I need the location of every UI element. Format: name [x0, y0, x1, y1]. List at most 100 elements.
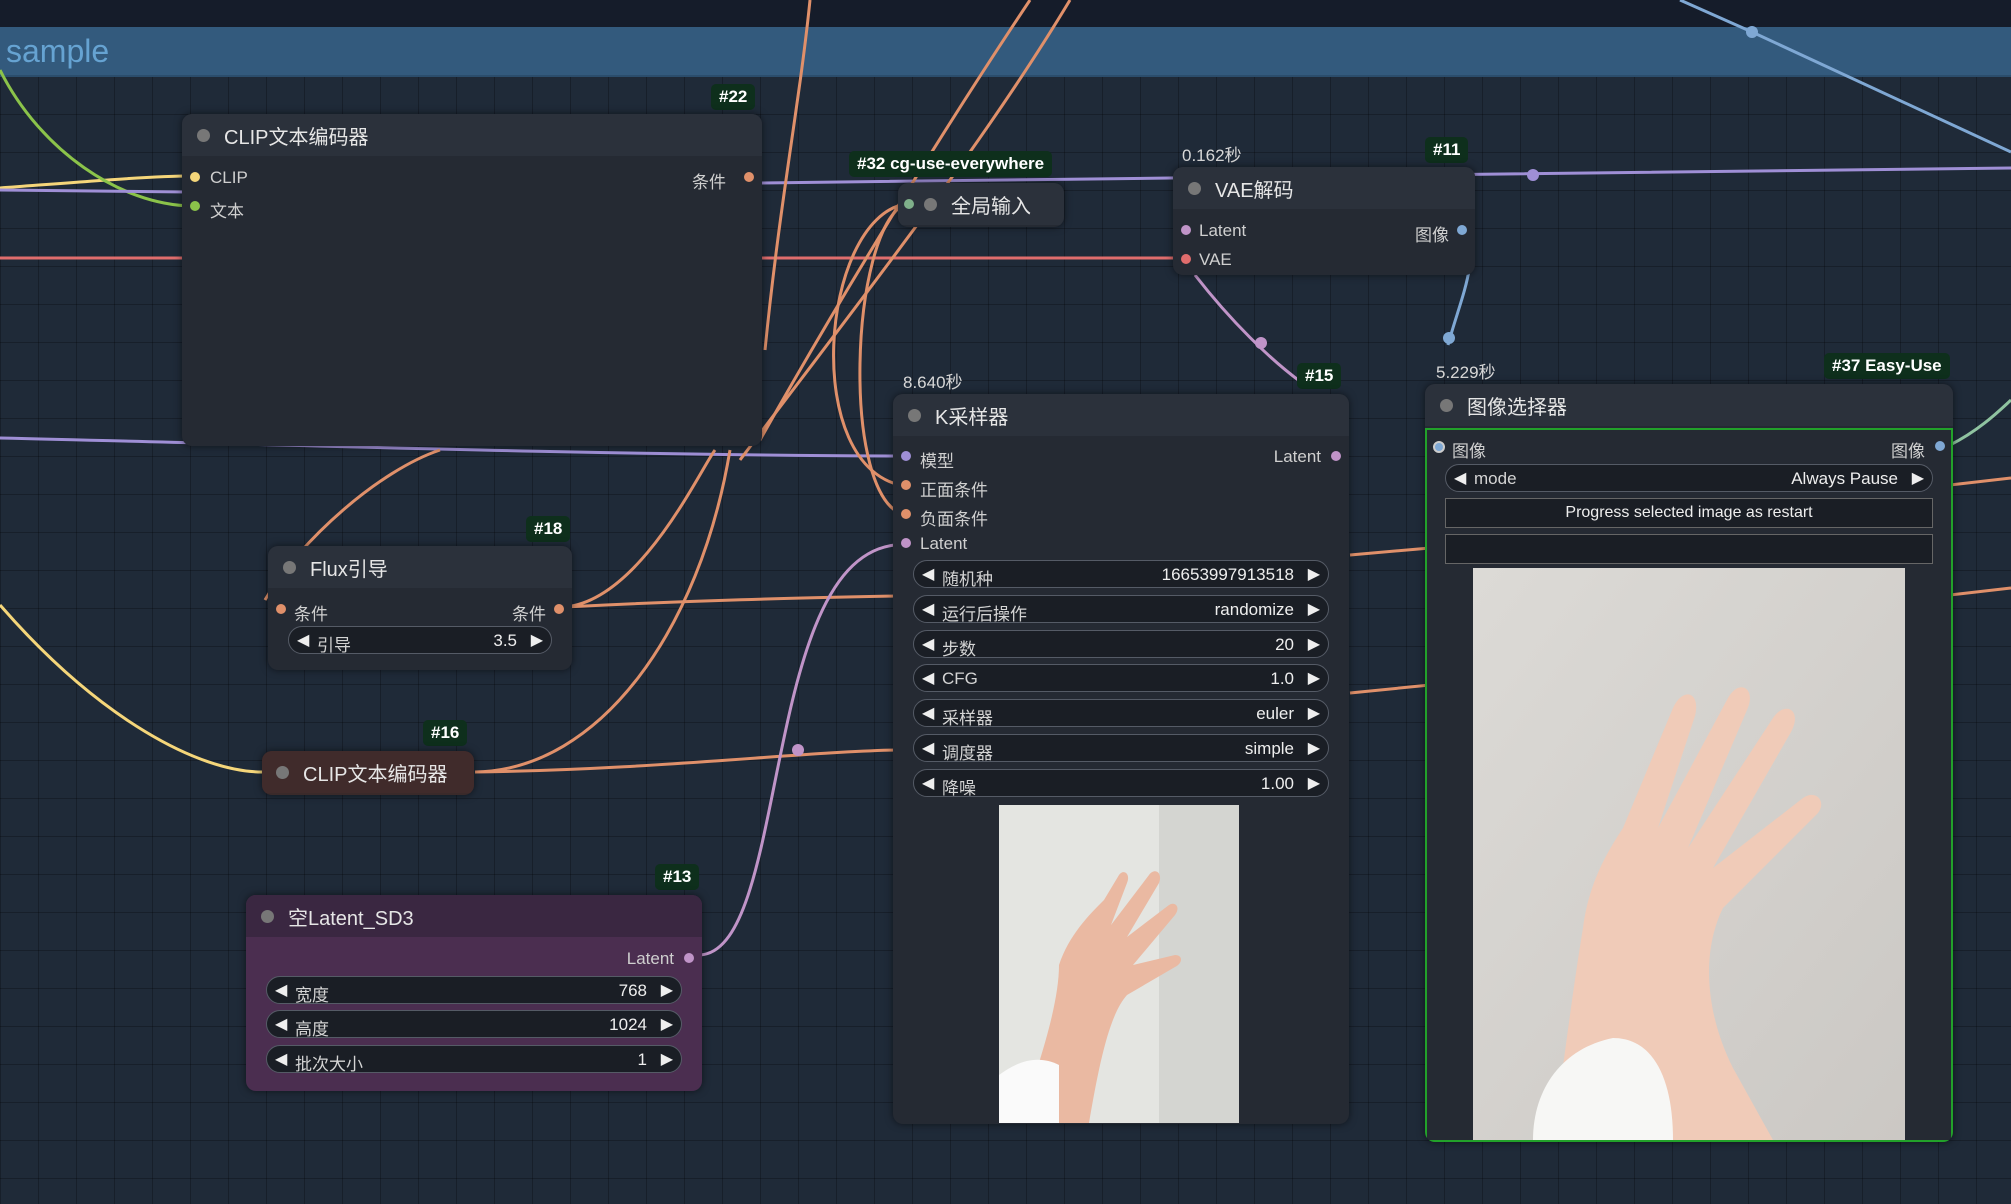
- increment-arrow-icon[interactable]: ▶: [1308, 738, 1320, 758]
- node-id-badge: #37 Easy-Use: [1824, 353, 1950, 379]
- decrement-arrow-icon[interactable]: ◀: [275, 980, 287, 1000]
- progress-selected-button[interactable]: Progress selected image as restart: [1445, 498, 1933, 528]
- input-socket-latent[interactable]: [1181, 225, 1191, 235]
- widget-scheduler[interactable]: ◀ 调度器 simple ▶: [913, 734, 1329, 763]
- widget-batch-size[interactable]: ◀ 批次大小 1 ▶: [266, 1045, 682, 1074]
- decrement-arrow-icon[interactable]: ◀: [275, 1049, 287, 1069]
- widget-steps[interactable]: ◀ 步数 20 ▶: [913, 630, 1329, 659]
- widget-label: 调度器: [942, 744, 993, 763]
- widget-value: 1.00: [1260, 774, 1294, 793]
- output-label: Latent: [626, 949, 674, 968]
- collapse-dot-icon[interactable]: [1188, 181, 1201, 195]
- input-socket-image[interactable]: [1433, 441, 1445, 453]
- increment-arrow-icon[interactable]: ▶: [1308, 668, 1320, 688]
- input-label: Latent: [920, 534, 968, 553]
- output-socket-latent[interactable]: [684, 953, 694, 963]
- node-vae-decode-11[interactable]: VAE解码 Latent VAE 图像: [1173, 167, 1475, 275]
- increment-arrow-icon[interactable]: ▶: [661, 1014, 673, 1034]
- decrement-arrow-icon[interactable]: ◀: [922, 564, 934, 584]
- input-socket-positive[interactable]: [901, 480, 911, 490]
- preview-image-hand[interactable]: [999, 805, 1239, 1123]
- output-socket-image[interactable]: [1935, 441, 1945, 451]
- decrement-arrow-icon[interactable]: ◀: [1454, 468, 1466, 488]
- input-label: Latent: [1199, 221, 1247, 240]
- link-clip: [0, 174, 193, 190]
- widget-label: 采样器: [942, 709, 993, 728]
- input-socket-negative[interactable]: [901, 509, 911, 519]
- increment-arrow-icon[interactable]: ▶: [1308, 564, 1320, 584]
- widget-value: randomize: [1214, 600, 1294, 619]
- collapse-dot-icon[interactable]: [924, 197, 937, 211]
- increment-arrow-icon[interactable]: ▶: [1308, 634, 1320, 654]
- widget-guidance[interactable]: ◀ 引导 3.5 ▶: [288, 626, 552, 655]
- output-socket-latent[interactable]: [1331, 451, 1341, 461]
- increment-arrow-icon[interactable]: ▶: [661, 1049, 673, 1069]
- widget-denoise[interactable]: ◀ 降噪 1.00 ▶: [913, 769, 1329, 798]
- input-socket-latent[interactable]: [901, 538, 911, 548]
- widget-value: 1: [637, 1050, 647, 1069]
- widget-cfg[interactable]: ◀ CFG 1.0 ▶: [913, 664, 1329, 692]
- input-socket-vae[interactable]: [1181, 254, 1191, 264]
- widget-control-after-generate[interactable]: ◀ 运行后操作 randomize ▶: [913, 595, 1329, 624]
- increment-arrow-icon[interactable]: ▶: [1308, 703, 1320, 723]
- output-socket-conditioning[interactable]: [554, 604, 564, 614]
- collapse-dot-icon[interactable]: [197, 128, 210, 142]
- input-socket-model[interactable]: [901, 451, 911, 461]
- input-socket-anything[interactable]: [904, 199, 914, 209]
- widget-value: 20: [1275, 635, 1294, 654]
- output-socket-conditioning[interactable]: [744, 172, 754, 182]
- widget-height[interactable]: ◀ 高度 1024 ▶: [266, 1010, 682, 1039]
- node-global-input-32[interactable]: 全局输入: [898, 183, 1064, 227]
- link-cond-up1: [763, 0, 812, 351]
- node-clip-text-encoder-22[interactable]: CLIP文本编码器 CLIP 文本 条件: [182, 114, 762, 446]
- empty-button[interactable]: [1445, 534, 1933, 564]
- link-right-3: [1949, 398, 2011, 447]
- decrement-arrow-icon[interactable]: ◀: [922, 599, 934, 619]
- input-socket-conditioning[interactable]: [276, 604, 286, 614]
- increment-arrow-icon[interactable]: ▶: [531, 630, 543, 650]
- widget-value: Always Pause: [1791, 469, 1898, 488]
- execution-time: 8.640秒: [903, 373, 963, 392]
- collapse-dot-icon[interactable]: [261, 909, 274, 923]
- collapse-dot-icon[interactable]: [908, 408, 921, 422]
- output-label: 条件: [692, 173, 726, 192]
- node-empty-latent-sd3-13[interactable]: 空Latent_SD3 Latent ◀ 宽度 768 ▶ ◀ 高度 1024 ▶ ◀ 批次大…: [246, 895, 702, 1091]
- increment-arrow-icon[interactable]: ▶: [1308, 773, 1320, 793]
- node-id-badge: #13: [655, 864, 700, 890]
- node-ksampler-15[interactable]: K采样器 模型 正面条件 负面条件 Latent Latent ◀ 随机种 1665…: [893, 394, 1349, 1124]
- input-label: 图像: [1452, 442, 1486, 461]
- decrement-arrow-icon[interactable]: ◀: [922, 703, 934, 723]
- node-flux-guidance-18[interactable]: Flux引导 条件 条件 ◀ 引导 3.5 ▶: [268, 546, 572, 670]
- node-title: 空Latent_SD3: [288, 907, 414, 930]
- decrement-arrow-icon[interactable]: ◀: [922, 634, 934, 654]
- increment-arrow-icon[interactable]: ▶: [1912, 468, 1924, 488]
- output-socket-image[interactable]: [1457, 225, 1467, 235]
- widget-label: 引导: [317, 636, 351, 655]
- decrement-arrow-icon[interactable]: ◀: [922, 668, 934, 688]
- selected-image-hand[interactable]: [1473, 568, 1905, 1140]
- widget-label: 运行后操作: [942, 605, 1027, 624]
- decrement-arrow-icon[interactable]: ◀: [275, 1014, 287, 1034]
- widget-seed[interactable]: ◀ 随机种 16653997913518 ▶: [913, 560, 1329, 589]
- increment-arrow-icon[interactable]: ▶: [661, 980, 673, 1000]
- collapse-dot-icon[interactable]: [1440, 398, 1453, 412]
- widget-width[interactable]: ◀ 宽度 768 ▶: [266, 976, 682, 1005]
- input-socket-clip[interactable]: [190, 172, 200, 182]
- increment-arrow-icon[interactable]: ▶: [1308, 599, 1320, 619]
- output-label: 图像: [1415, 226, 1449, 245]
- node-image-chooser-37[interactable]: 图像选择器 图像 图像 ◀ mode Always Pause ▶ Progress …: [1425, 384, 1953, 1142]
- node-clip-text-encoder-16[interactable]: CLIP文本编码器: [262, 751, 474, 795]
- decrement-arrow-icon[interactable]: ◀: [922, 738, 934, 758]
- widget-sampler[interactable]: ◀ 采样器 euler ▶: [913, 699, 1329, 728]
- collapse-dot-icon[interactable]: [283, 560, 296, 574]
- link-vae-latent: [1193, 274, 1306, 387]
- widget-value: 1024: [609, 1015, 647, 1034]
- widget-value: 768: [618, 981, 647, 1000]
- input-socket-text[interactable]: [190, 201, 200, 211]
- widget-value: 3.5: [493, 631, 517, 650]
- collapse-dot-icon[interactable]: [276, 765, 289, 779]
- widget-label: 批次大小: [295, 1055, 363, 1074]
- widget-mode[interactable]: ◀ mode Always Pause ▶: [1445, 464, 1933, 492]
- decrement-arrow-icon[interactable]: ◀: [922, 773, 934, 793]
- decrement-arrow-icon[interactable]: ◀: [297, 630, 309, 650]
